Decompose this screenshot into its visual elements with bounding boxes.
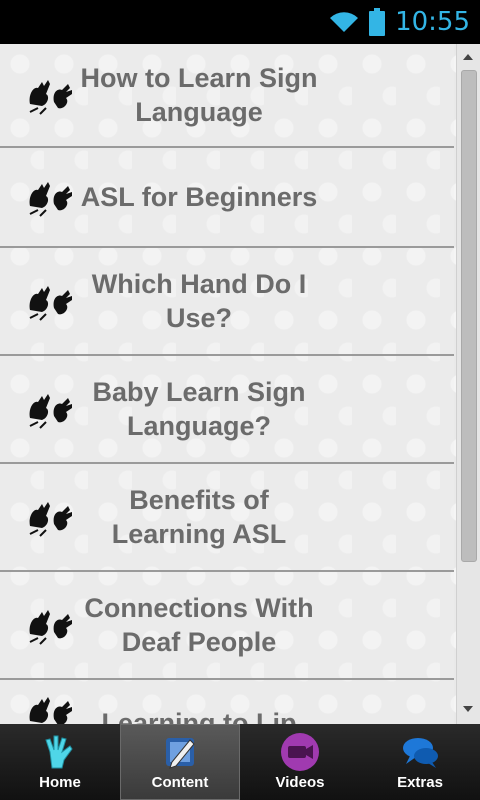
list-item[interactable]: Learning to Lip [0,680,454,724]
list-item[interactable]: Benefits of Learning ASL [0,464,454,572]
bottom-tab-bar: Home Content Videos Extras [0,724,480,800]
tab-label: Extras [397,774,443,791]
tab-label: Content [151,774,209,791]
battery-icon [369,8,386,36]
sign-language-hands-icon [29,502,72,537]
scrollbar-thumb[interactable] [461,70,477,562]
list-item[interactable]: ASL for Beginners [0,148,454,248]
sign-language-hands-icon [29,697,72,724]
speech-bubbles-icon [403,738,438,768]
scroll-down-arrow-icon[interactable] [463,706,473,712]
status-time: 10:55 [395,7,470,37]
sign-language-hands-icon [29,286,72,321]
hand-sign-icon [45,735,73,769]
tab-content[interactable]: Content [120,724,240,800]
content-area: How to Learn Sign Language ASL for Begin… [0,44,480,724]
sign-language-hands-icon [29,182,72,217]
tab-label: Videos [275,774,325,791]
list-item[interactable]: How to Learn Sign Language [0,44,454,148]
sign-language-hands-icon [29,610,72,645]
list-item[interactable]: Connections With Deaf People [0,572,454,680]
list-item[interactable]: Which Hand Do I Use? [0,248,454,356]
sign-language-hands-icon [29,80,72,115]
list-item[interactable]: Baby Learn Sign Language? [0,356,454,464]
tab-label: Home [39,774,81,791]
wifi-icon [330,12,359,32]
tab-home[interactable]: Home [0,724,120,800]
status-bar: 10:55 [0,0,480,44]
status-icons: 10:55 [329,6,470,38]
scrollbar[interactable] [456,44,480,724]
video-camera-icon [281,733,319,771]
tab-videos[interactable]: Videos [240,724,360,800]
tab-extras[interactable]: Extras [360,724,480,800]
scroll-up-arrow-icon[interactable] [463,54,473,60]
pencil-note-icon [166,738,195,769]
sign-language-hands-icon [29,394,72,429]
topic-list: How to Learn Sign Language ASL for Begin… [0,44,454,724]
